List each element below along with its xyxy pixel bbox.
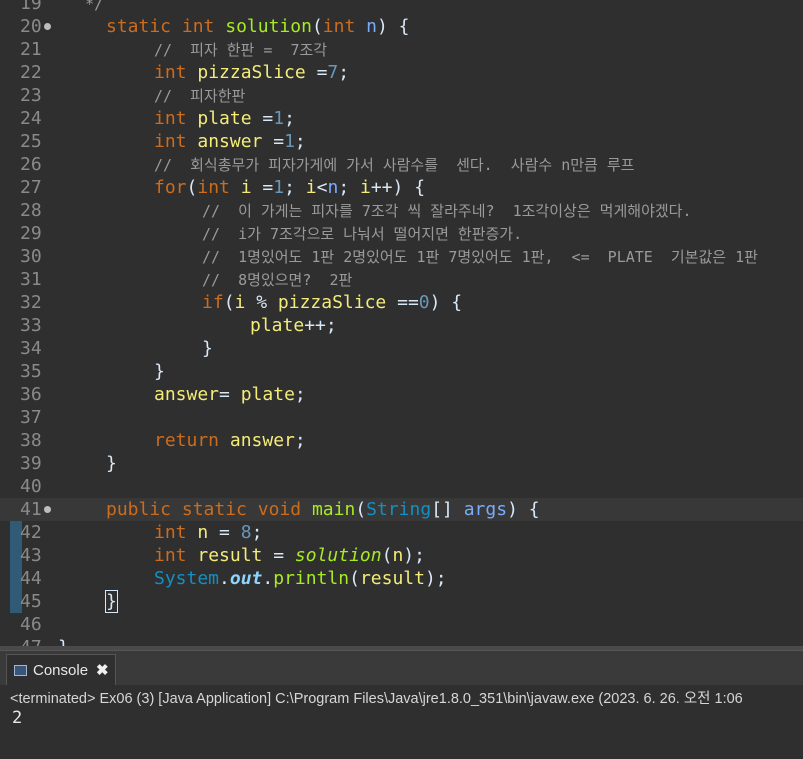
code-text: } (202, 338, 213, 359)
collapse-marker-icon[interactable] (44, 506, 51, 513)
line-number: 32 (20, 292, 42, 313)
code-text: // 회식총무가 피자가게에 가서 사람수를 센다. 사람수 n만큼 루프 (154, 156, 635, 174)
line-number: 40 (20, 476, 42, 497)
code-text: answer= plate; (154, 384, 306, 405)
code-line[interactable]: 36 answer= plate; (0, 383, 803, 406)
code-line[interactable]: 43 int result = solution(n); (0, 544, 803, 567)
console-tab-label: Console (33, 661, 89, 679)
code-line[interactable]: 33 plate++; (0, 314, 803, 337)
line-number: 45 (20, 591, 42, 612)
line-number: 21 (20, 39, 42, 60)
code-line[interactable]: 31 // 8명있으면? 2판 (0, 268, 803, 291)
line-number: 25 (20, 131, 42, 152)
code-line[interactable]: 19 */ (0, 0, 803, 15)
console-icon (14, 664, 27, 676)
code-text: int n = 8; (154, 522, 263, 543)
code-text: } (105, 590, 118, 613)
line-number: 46 (20, 614, 42, 635)
console-output[interactable]: 2 (12, 708, 22, 728)
line-number: 36 (20, 384, 42, 405)
line-number: 22 (20, 62, 42, 83)
code-text: int plate =1; (154, 108, 295, 129)
line-number: 28 (20, 200, 42, 221)
line-number: 23 (20, 85, 42, 106)
console-status-line: <terminated> Ex06 (3) [Java Application]… (10, 691, 743, 707)
code-line[interactable]: 41 public static void main(String[] args)… (0, 498, 803, 521)
line-number: 34 (20, 338, 42, 359)
console-tab-bar: Console ✖ (0, 651, 803, 685)
line-number: 29 (20, 223, 42, 244)
code-text: } (154, 361, 165, 382)
code-text: public static void main(String[] args) { (106, 499, 540, 520)
code-line[interactable]: 39} (0, 452, 803, 475)
line-number: 30 (20, 246, 42, 267)
line-number: 27 (20, 177, 42, 198)
code-text: */ (58, 0, 104, 13)
tab-console[interactable]: Console ✖ (6, 654, 116, 685)
line-number: 33 (20, 315, 42, 336)
line-number: 31 (20, 269, 42, 290)
code-text: // i가 7조각으로 나눠서 떨어지면 한판증가. (202, 225, 523, 243)
line-number: 42 (20, 522, 42, 543)
line-number: 37 (20, 407, 42, 428)
code-line[interactable]: 23 // 피자한판 (0, 84, 803, 107)
code-line[interactable]: 40 (0, 475, 803, 498)
code-line[interactable]: 28 // 이 가게는 피자를 7조각 씩 잘라주네? 1조각이상은 먹게해야겠다… (0, 199, 803, 222)
code-text: if(i % pizzaSlice ==0) { (202, 292, 463, 313)
code-text: plate++; (250, 315, 337, 336)
code-line[interactable]: 29 // i가 7조각으로 나눠서 떨어지면 한판증가. (0, 222, 803, 245)
code-text: int answer =1; (154, 131, 306, 152)
line-number: 24 (20, 108, 42, 129)
code-line[interactable]: 26 // 회식총무가 피자가게에 가서 사람수를 센다. 사람수 n만큼 루프 (0, 153, 803, 176)
code-line[interactable]: 24 int plate =1; (0, 107, 803, 130)
code-line[interactable]: 27 for(int i =1; i<n; i++) { (0, 176, 803, 199)
line-number: 43 (20, 545, 42, 566)
code-text: // 8명있으면? 2판 (202, 271, 353, 289)
code-line[interactable]: 34} (0, 337, 803, 360)
code-line[interactable]: 37 (0, 406, 803, 429)
line-number: 39 (20, 453, 42, 474)
line-number: 26 (20, 154, 42, 175)
code-line[interactable]: 32 if(i % pizzaSlice ==0) { (0, 291, 803, 314)
line-number: 44 (20, 568, 42, 589)
code-line[interactable]: 30 // 1명있어도 1판 2명있어도 1판 7명있어도 1판, <= PLAT… (0, 245, 803, 268)
code-text: // 피자한판 (154, 87, 246, 105)
console-panel: Console ✖ <terminated> Ex06 (3) [Java Ap… (0, 650, 803, 759)
code-text: // 1명있어도 1판 2명있어도 1판 7명있어도 1판, <= PLATE … (202, 248, 758, 266)
code-text: int pizzaSlice =7; (154, 62, 350, 83)
code-line[interactable]: 35} (0, 360, 803, 383)
code-line[interactable]: 22 int pizzaSlice =7; (0, 61, 803, 84)
code-line[interactable]: 21 // 피자 한판 = 7조각 (0, 38, 803, 61)
line-number: 19 (20, 0, 42, 14)
line-number: 35 (20, 361, 42, 382)
code-text: int result = solution(n); (154, 545, 425, 566)
code-line[interactable]: 42 int n = 8; (0, 521, 803, 544)
code-text: return answer; (154, 430, 306, 451)
code-text: static int solution(int n) { (106, 16, 410, 37)
collapse-marker-icon[interactable] (44, 23, 51, 30)
line-number: 38 (20, 430, 42, 451)
code-editor[interactable]: 19 */20 static int solution(int n) {21// … (0, 0, 803, 648)
code-text: // 이 가게는 피자를 7조각 씩 잘라주네? 1조각이상은 먹게해야겠다. (202, 202, 692, 220)
code-line[interactable]: 45} (0, 590, 803, 613)
code-line[interactable]: 20 static int solution(int n) { (0, 15, 803, 38)
code-text: for(int i =1; i<n; i++) { (154, 177, 426, 198)
code-text: System.out.println(result); (154, 568, 447, 589)
code-line[interactable]: 38 return answer; (0, 429, 803, 452)
code-line[interactable]: 46 (0, 613, 803, 636)
code-line[interactable]: 44 System.out.println(result); (0, 567, 803, 590)
code-line[interactable]: 25 int answer =1; (0, 130, 803, 153)
close-icon[interactable]: ✖ (96, 661, 109, 679)
code-text: // 피자 한판 = 7조각 (154, 41, 328, 59)
code-text: } (106, 453, 117, 474)
